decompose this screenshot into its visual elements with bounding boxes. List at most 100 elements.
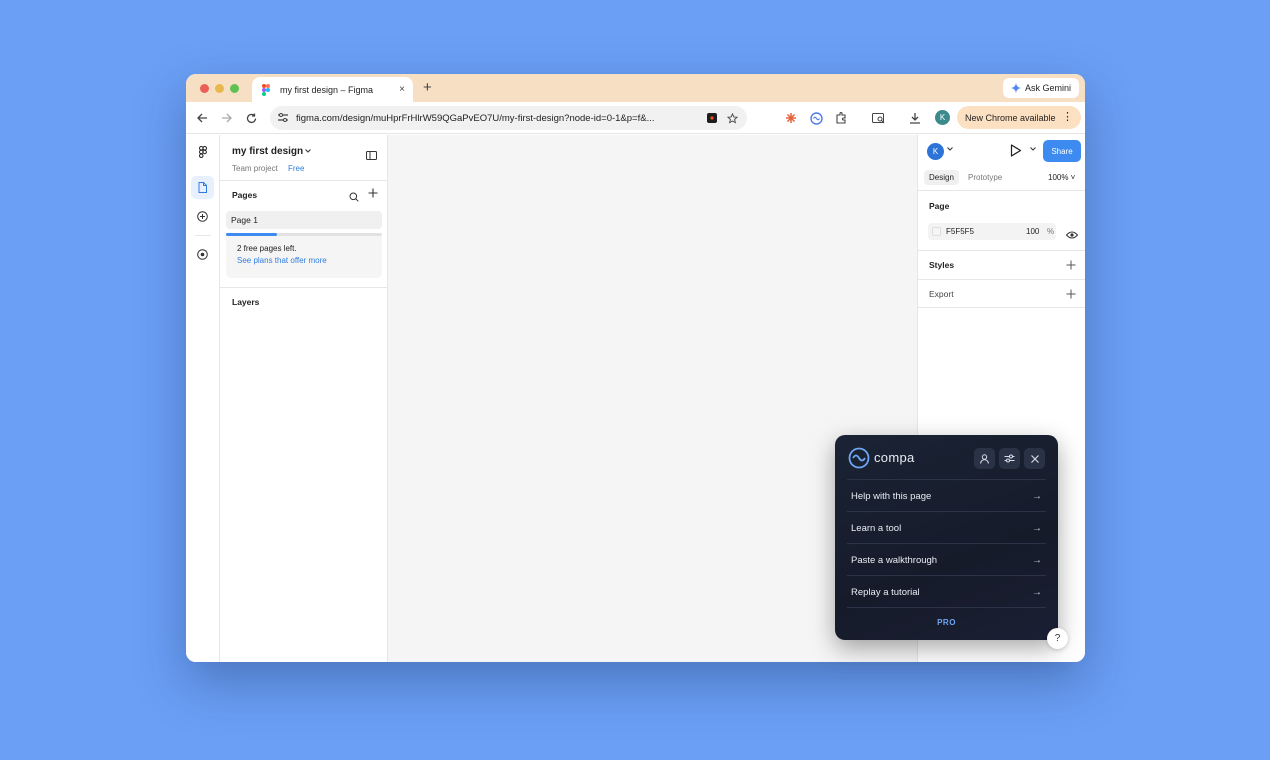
url-text: figma.com/design/muHprFrHlrW59QGaPvEO7U/… (296, 112, 655, 124)
sidebar-toggle-icon[interactable] (366, 147, 377, 165)
figma-app-icon[interactable] (705, 111, 719, 125)
bookmark-star-icon[interactable] (725, 111, 739, 125)
arrow-right-icon: → (1032, 587, 1042, 598)
panel-divider (918, 279, 1085, 280)
avatar-chevron-icon[interactable] (947, 146, 953, 153)
see-plans-link[interactable]: See plans that offer more (237, 256, 382, 265)
compa-logo-icon (848, 447, 870, 474)
address-bar[interactable]: figma.com/design/muHprFrHlrW59QGaPvEO7U/… (270, 106, 747, 130)
browser-toolbar: figma.com/design/muHprFrHlrW59QGaPvEO7U/… (186, 102, 1085, 134)
close-icon[interactable] (1024, 448, 1045, 469)
compa-divider (847, 543, 1046, 544)
team-label: Team project (232, 164, 278, 173)
promo-text: 2 free pages left. (237, 244, 297, 253)
panel-divider (220, 180, 388, 181)
profile-icon[interactable] (974, 448, 995, 469)
percent-sign: % (1047, 227, 1055, 236)
compa-divider (847, 511, 1046, 512)
extension-compa-icon[interactable] (808, 110, 824, 126)
more-menu-icon[interactable]: ⋮ (1062, 110, 1073, 123)
page-section-heading: Page (929, 201, 950, 211)
plan-badge[interactable]: Free (288, 164, 304, 173)
extension-sparkle-icon[interactable] (783, 110, 799, 126)
export-heading: Export (929, 289, 954, 299)
layers-heading: Layers (232, 297, 260, 307)
new-tab-button[interactable]: + (423, 80, 432, 95)
file-name[interactable]: my first design (232, 146, 303, 157)
arrow-right-icon: → (1032, 491, 1042, 502)
figma-menu-icon[interactable] (191, 140, 214, 163)
menu-item-label: Paste a walkthrough (851, 555, 938, 566)
compa-panel: compa Help with this page → Learn a tool… (835, 435, 1058, 640)
hex-value[interactable]: F5F5F5 (946, 227, 974, 236)
help-button[interactable]: ? (1047, 628, 1068, 649)
pro-badge[interactable]: PRO (835, 618, 1058, 627)
panel-divider (918, 250, 1085, 251)
add-page-icon[interactable] (368, 186, 378, 201)
present-play-icon[interactable] (1010, 144, 1022, 162)
add-style-icon[interactable] (1066, 259, 1076, 272)
gemini-sparkle-icon (1010, 83, 1021, 93)
pages-heading: Pages (232, 190, 258, 200)
rail-divider (195, 235, 211, 236)
figma-favicon-icon (260, 83, 272, 96)
browser-tab[interactable]: my first design – Figma × (252, 77, 413, 102)
add-assets-icon[interactable] (191, 205, 214, 228)
panel-divider (918, 190, 1085, 191)
file-menu-chevron-icon[interactable] (305, 146, 311, 155)
menu-item-label: Help with this page (851, 491, 932, 502)
profile-avatar[interactable]: K (935, 110, 950, 125)
compa-brand-name: compa (874, 450, 915, 465)
left-panel: my first design Team project Free Pages … (220, 135, 388, 662)
ask-gemini-button[interactable]: Ask Gemini (1002, 78, 1079, 98)
share-button[interactable]: Share (1043, 140, 1081, 162)
download-icon[interactable] (907, 110, 923, 126)
compa-divider (847, 575, 1046, 576)
learn-a-tool-item[interactable]: Learn a tool → (851, 523, 1042, 539)
left-rail (186, 135, 220, 662)
page-item[interactable]: Page 1 (226, 211, 382, 229)
maximize-window-button[interactable] (230, 84, 239, 93)
tab-prototype[interactable]: Prototype (963, 170, 1007, 185)
forward-arrow-icon[interactable] (218, 110, 234, 126)
add-export-icon[interactable] (1066, 288, 1076, 301)
tab-search-icon[interactable] (870, 110, 886, 126)
panel-divider (220, 287, 388, 288)
user-avatar[interactable]: K (927, 143, 944, 160)
help-with-this-page-item[interactable]: Help with this page → (851, 491, 1042, 507)
settings-sliders-icon[interactable] (999, 448, 1020, 469)
opacity-value[interactable]: 100 (1026, 227, 1039, 236)
replay-a-tutorial-item[interactable]: Replay a tutorial → (851, 587, 1042, 603)
update-label: New Chrome available (965, 112, 1056, 123)
tab-title: my first design – Figma (280, 84, 374, 95)
file-pages-icon[interactable] (191, 176, 214, 199)
plugins-icon[interactable] (191, 243, 214, 266)
close-window-button[interactable] (200, 84, 209, 93)
reload-icon[interactable] (243, 110, 259, 126)
extensions-puzzle-icon[interactable] (833, 110, 849, 126)
styles-heading: Styles (929, 260, 955, 270)
ask-gemini-label: Ask Gemini (1024, 83, 1071, 93)
compa-divider (847, 479, 1046, 480)
color-swatch[interactable] (932, 227, 941, 236)
background-color-field[interactable]: F5F5F5 100 % (928, 223, 1056, 240)
arrow-right-icon: → (1032, 523, 1042, 534)
compa-divider (847, 607, 1046, 608)
tab-close-icon[interactable]: × (399, 84, 405, 95)
back-arrow-icon[interactable] (194, 110, 210, 126)
menu-item-label: Learn a tool (851, 523, 902, 534)
arrow-right-icon: → (1032, 555, 1042, 566)
zoom-dropdown[interactable]: 100% ˅ (1048, 173, 1075, 182)
tab-design[interactable]: Design (924, 170, 959, 185)
free-pages-promo: 2 free pages left. See plans that offer … (226, 236, 382, 278)
search-pages-icon[interactable] (349, 189, 359, 207)
visibility-eye-icon[interactable] (1065, 226, 1079, 244)
minimize-window-button[interactable] (215, 84, 224, 93)
menu-item-label: Replay a tutorial (851, 587, 920, 598)
paste-a-walkthrough-item[interactable]: Paste a walkthrough → (851, 555, 1042, 571)
site-info-icon[interactable] (278, 109, 288, 127)
new-chrome-available-button[interactable]: New Chrome available ⋮ (957, 106, 1081, 129)
panel-divider (918, 307, 1085, 308)
tab-bar: my first design – Figma × + Ask Gemini (186, 74, 1085, 102)
present-chevron-icon[interactable] (1030, 146, 1036, 153)
